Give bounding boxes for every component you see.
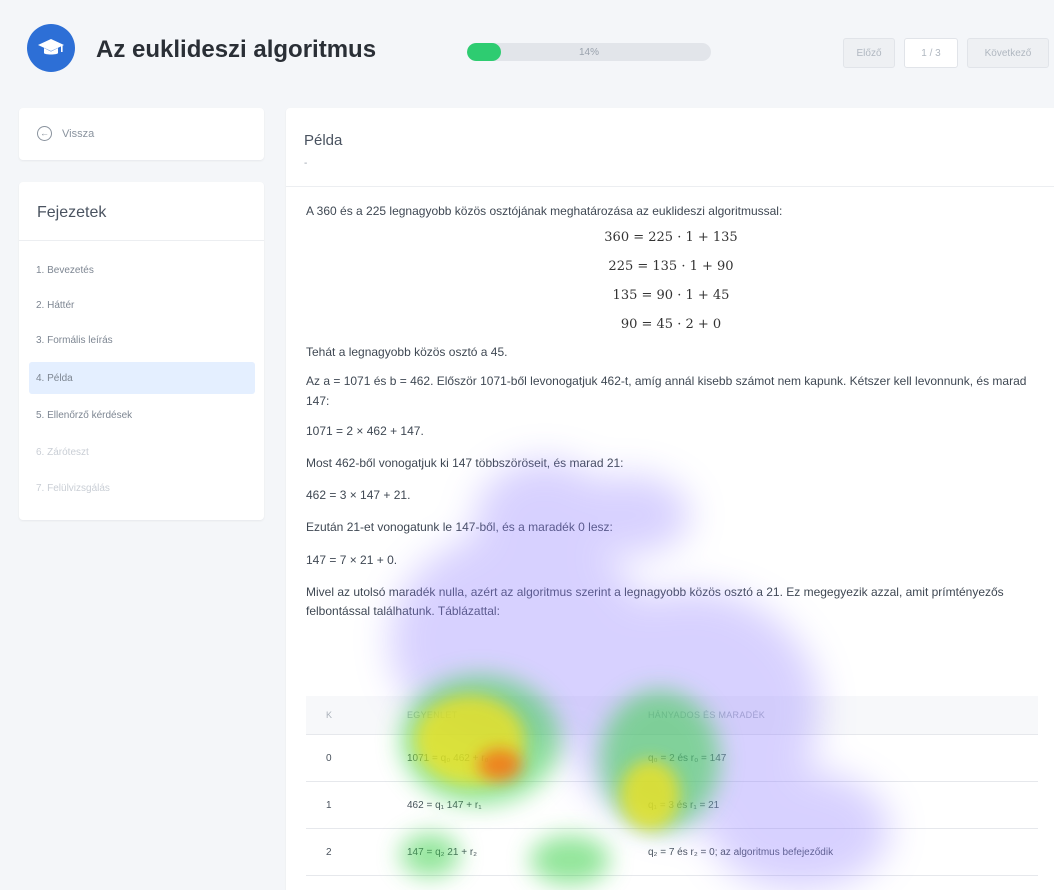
equation: 360 = 225 · 1 + 135: [604, 230, 738, 246]
table-cell: 462 = q₁ 147 + r₁: [393, 781, 636, 829]
column-header: K: [306, 696, 393, 735]
table-cell: q₀ = 2 és r₀ = 147: [636, 734, 1038, 782]
paragraph: Tehát a legnagyobb közös osztó a 45.: [306, 345, 508, 360]
paragraph: Ezután 21-et vonogatunk le 147-ből, és a…: [306, 520, 613, 535]
paragraph: 1071 = 2 × 462 + 147.: [306, 423, 424, 438]
paragraph: 147 = 7 × 21 + 0.: [306, 552, 398, 567]
chapters-panel: Fejezetek 1. Bevezetés 2. Háttér 3. Form…: [19, 182, 264, 520]
table-cell: 1071 = q₀ 462 + r₀: [393, 734, 636, 782]
equation: 135 = 90 · 1 + 45: [612, 288, 730, 304]
progress-label: 14%: [578, 46, 599, 58]
table-row: 2 147 = q₂ 21 + r₂ q₂ = 7 és r₂ = 0; az …: [306, 828, 1038, 876]
chapter-item-formal-description[interactable]: 3. Formális leírás: [29, 324, 255, 356]
chapters-title: Fejezetek: [37, 204, 107, 221]
table-cell: q₁ = 3 és r₁ = 21: [636, 781, 1038, 829]
content-panel: Példa - A 360 és a 225 legnagyobb közös …: [286, 108, 1054, 890]
top-bar: Az euklideszi algoritmus 14% Előző 1 / 3…: [0, 0, 1054, 92]
table-row: 1 462 = q₁ 147 + r₁ q₁ = 3 és r₁ = 21: [306, 781, 1038, 829]
chapter-item-check-questions[interactable]: 5. Ellenőrző kérdések: [29, 399, 255, 431]
section-subtitle: -: [304, 158, 308, 169]
divider: [286, 186, 1054, 187]
table-cell: 2: [306, 828, 393, 876]
back-card: ← Vissza: [19, 108, 264, 160]
divider: [19, 240, 264, 241]
table-cell: q₂ = 7 és r₂ = 0; az algoritmus befejező…: [636, 828, 1038, 876]
back-arrow-icon: ←: [37, 126, 52, 141]
table-row: 0 1071 = q₀ 462 + r₀ q₀ = 2 és r₀ = 147: [306, 734, 1038, 782]
next-button[interactable]: Következő: [967, 38, 1049, 68]
graduation-cap-icon: [27, 24, 75, 72]
section-title: Példa: [304, 132, 343, 149]
table-cell: 0: [306, 734, 393, 782]
table-cell: 1: [306, 781, 393, 829]
chapter-item-review[interactable]: 7. Felülvizsgálás: [29, 472, 255, 504]
lesson-content: A 360 és a 225 legnagyobb közös osztóján…: [306, 202, 1036, 621]
paragraph: 462 = 3 × 147 + 21.: [306, 488, 411, 503]
back-label: Vissza: [62, 127, 95, 140]
intro-paragraph: A 360 és a 225 legnagyobb közös osztóján…: [306, 204, 783, 218]
page-indicator: 1 / 3: [904, 38, 958, 68]
chapter-item-example[interactable]: 4. Példa: [29, 362, 255, 394]
table-cell: 147 = q₂ 21 + r₂: [393, 828, 636, 876]
chapter-item-final-test[interactable]: 6. Záróteszt: [29, 436, 255, 468]
progress-bar: 14%: [467, 43, 711, 61]
paragraph: Most 462-ből vonogatjuk ki 147 többszörö…: [306, 455, 624, 470]
app-title: Az euklideszi algoritmus: [96, 36, 377, 63]
equation: 90 = 45 · 2 + 0: [620, 317, 722, 333]
paragraph: Mivel az utolsó maradék nulla, azért az …: [306, 584, 1004, 618]
prev-button[interactable]: Előző: [843, 38, 895, 68]
back-link[interactable]: ← Vissza: [37, 126, 94, 141]
chapter-item-background[interactable]: 2. Háttér: [29, 289, 255, 321]
chapter-item-introduction[interactable]: 1. Bevezetés: [29, 254, 255, 286]
column-header: HÁNYADOS ÉS MARADÉK: [636, 696, 1038, 735]
equation: 225 = 135 · 1 + 90: [608, 259, 734, 275]
paragraph: Az a = 1071 és b = 462. Először 1071-ből…: [306, 374, 1027, 408]
column-header: EGYENLET: [393, 696, 636, 735]
table-header-row: K EGYENLET HÁNYADOS ÉS MARADÉK: [306, 696, 1038, 735]
euclid-table: K EGYENLET HÁNYADOS ÉS MARADÉK 0 1071 = …: [306, 696, 1038, 876]
